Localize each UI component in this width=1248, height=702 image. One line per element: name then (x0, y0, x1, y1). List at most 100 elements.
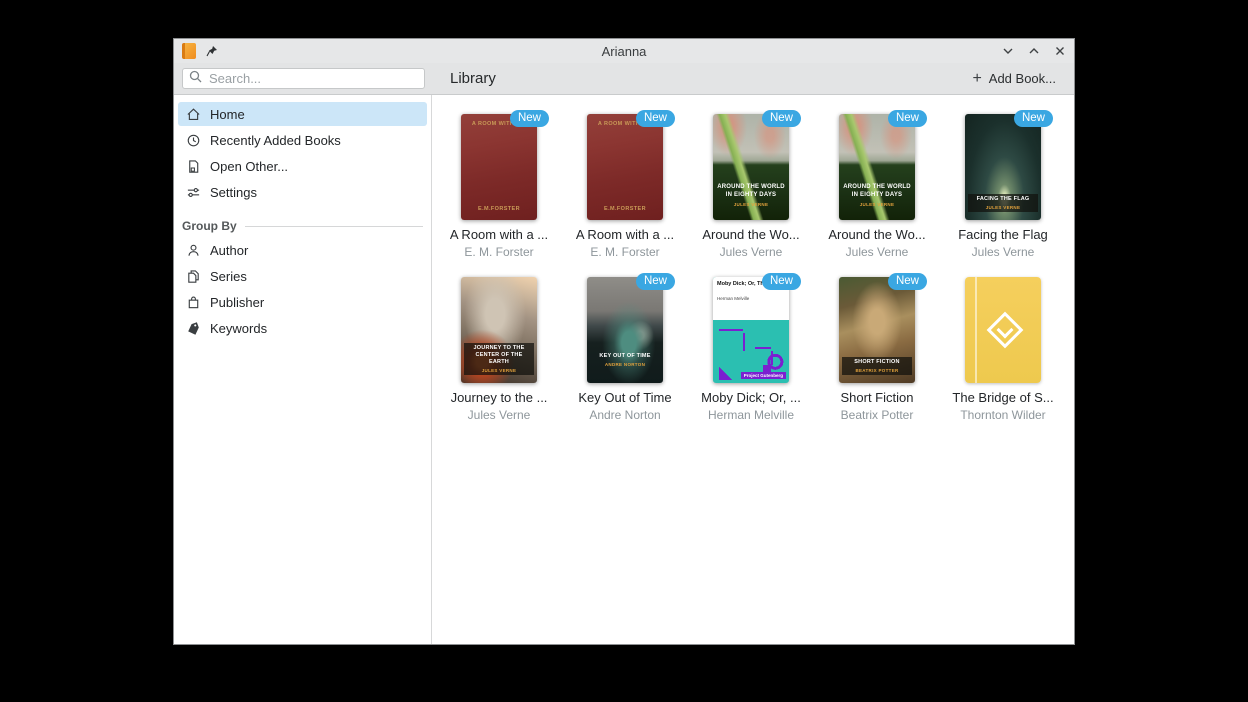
pages-icon (185, 268, 201, 284)
book-author: Jules Verne (972, 245, 1035, 259)
add-book-label: Add Book... (989, 71, 1056, 86)
pin-icon[interactable] (206, 45, 218, 57)
book-cover-wrap: SHORT FICTIONBEATRIX POTTER New (839, 277, 915, 383)
book-cover-wrap: FACING THE FLAGJULES VERNE New (965, 114, 1041, 220)
book-card[interactable]: AROUND THE WORLD IN EIGHTY DAYSJULES VER… (688, 114, 814, 259)
sidebar-item-open-other[interactable]: Open Other... (178, 154, 427, 178)
book-title: Around the Wo... (828, 227, 925, 242)
clock-icon (185, 132, 201, 148)
book-cover-wrap (965, 277, 1041, 383)
book-card[interactable]: KEY OUT OF TIMEANDRE NORTON New Key Out … (562, 277, 688, 422)
group-by-header: Group By (182, 219, 423, 233)
book-card[interactable]: AROUND THE WORLD IN EIGHTY DAYSJULES VER… (814, 114, 940, 259)
sidebar-item-label: Open Other... (210, 159, 288, 174)
book-author: Andre Norton (589, 408, 660, 422)
book-title: A Room with a ... (450, 227, 548, 242)
new-badge: New (888, 273, 927, 290)
book-cover: AROUND THE WORLD IN EIGHTY DAYSJULES VER… (839, 114, 915, 220)
book-card[interactable]: FACING THE FLAGJULES VERNE New Facing th… (940, 114, 1066, 259)
divider (245, 226, 423, 227)
book-author: E. M. Forster (464, 245, 533, 259)
book-card[interactable]: A ROOM WITH A VE.M.FORSTER New A Room wi… (436, 114, 562, 259)
sidebar-item-publisher[interactable]: Publisher (178, 290, 427, 314)
new-badge: New (510, 110, 549, 127)
titlebar[interactable]: Arianna (174, 39, 1074, 63)
book-cover: A ROOM WITH A VE.M.FORSTER (461, 114, 537, 220)
book-title: Moby Dick; Or, ... (701, 390, 801, 405)
maximize-button[interactable] (1028, 45, 1040, 57)
book-author: Jules Verne (846, 245, 909, 259)
book-cover: Moby Dick; Or, The WhaleHerman MelvilleP… (713, 277, 789, 383)
minimize-button[interactable] (1002, 45, 1014, 57)
sidebar-item-label: Author (210, 243, 248, 258)
book-author: Beatrix Potter (841, 408, 914, 422)
sidebar-item-label: Home (210, 107, 245, 122)
sidebar-item-settings[interactable]: Settings (178, 180, 427, 204)
book-card[interactable]: A ROOM WITH A VE.M.FORSTER New A Room wi… (562, 114, 688, 259)
new-badge: New (762, 273, 801, 290)
book-author: Jules Verne (720, 245, 783, 259)
app-icon (182, 43, 196, 59)
sidebar-item-label: Recently Added Books (210, 133, 341, 148)
book-title: Journey to the ... (451, 390, 548, 405)
plus-icon: + (972, 71, 981, 87)
epub-logo-icon (987, 312, 1024, 349)
book-grid: A ROOM WITH A VE.M.FORSTER New A Room wi… (436, 114, 1066, 440)
book-cover-wrap: JOURNEY TO THE CENTER OF THE EARTHJULES … (461, 277, 537, 383)
sidebar-item-author[interactable]: Author (178, 238, 427, 262)
book-cover: A ROOM WITH A VE.M.FORSTER (587, 114, 663, 220)
document-icon (185, 158, 201, 174)
group-by-label: Group By (182, 219, 237, 233)
search-icon (189, 70, 202, 88)
book-title: Key Out of Time (578, 390, 671, 405)
book-cover-wrap: A ROOM WITH A VE.M.FORSTER New (461, 114, 537, 220)
sidebar-item-home[interactable]: Home (178, 102, 427, 126)
tag-icon (185, 320, 201, 336)
new-badge: New (888, 110, 927, 127)
book-cover-wrap: A ROOM WITH A VE.M.FORSTER New (587, 114, 663, 220)
library-view: A ROOM WITH A VE.M.FORSTER New A Room wi… (433, 95, 1074, 644)
book-author: Thornton Wilder (960, 408, 1045, 422)
new-badge: New (636, 273, 675, 290)
book-title: Short Fiction (841, 390, 914, 405)
new-badge: New (636, 110, 675, 127)
new-badge: New (762, 110, 801, 127)
book-cover: FACING THE FLAGJULES VERNE (965, 114, 1041, 220)
sidebar-item-recently-added[interactable]: Recently Added Books (178, 128, 427, 152)
search-field[interactable] (182, 68, 425, 89)
book-cover (965, 277, 1041, 383)
close-button[interactable] (1054, 45, 1066, 57)
book-title: Facing the Flag (958, 227, 1048, 242)
desktop-background: Arianna Library + Add Book... Home (0, 0, 1248, 702)
arianna-window: Arianna Library + Add Book... Home (173, 38, 1075, 645)
book-cover-wrap: AROUND THE WORLD IN EIGHTY DAYSJULES VER… (713, 114, 789, 220)
home-icon (185, 106, 201, 122)
book-title: The Bridge of S... (952, 390, 1053, 405)
book-cover: KEY OUT OF TIMEANDRE NORTON (587, 277, 663, 383)
sidebar-item-series[interactable]: Series (178, 264, 427, 288)
book-card[interactable]: SHORT FICTIONBEATRIX POTTER New Short Fi… (814, 277, 940, 422)
add-book-button[interactable]: + Add Book... (966, 70, 1062, 88)
book-cover-wrap: AROUND THE WORLD IN EIGHTY DAYSJULES VER… (839, 114, 915, 220)
sidebar-item-label: Keywords (210, 321, 267, 336)
book-card[interactable]: Moby Dick; Or, The WhaleHerman MelvilleP… (688, 277, 814, 422)
book-cover-wrap: Moby Dick; Or, The WhaleHerman MelvilleP… (713, 277, 789, 383)
sidebar-item-label: Settings (210, 185, 257, 200)
book-author: Herman Melville (708, 408, 794, 422)
book-cover: JOURNEY TO THE CENTER OF THE EARTHJULES … (461, 277, 537, 383)
sidebar-item-label: Publisher (210, 295, 264, 310)
sidebar: Home Recently Added Books Open Other... … (174, 95, 432, 644)
toolbar: Library + Add Book... (174, 63, 1074, 95)
sliders-icon (185, 184, 201, 200)
window-title: Arianna (174, 44, 1074, 59)
book-cover: SHORT FICTIONBEATRIX POTTER (839, 277, 915, 383)
book-author: E. M. Forster (590, 245, 659, 259)
page-title: Library (450, 70, 496, 87)
sidebar-item-keywords[interactable]: Keywords (178, 316, 427, 340)
search-input[interactable] (207, 70, 418, 87)
sidebar-item-label: Series (210, 269, 247, 284)
book-title: Around the Wo... (702, 227, 799, 242)
book-card[interactable]: JOURNEY TO THE CENTER OF THE EARTHJULES … (436, 277, 562, 422)
bag-icon (185, 294, 201, 310)
book-card[interactable]: The Bridge of S... Thornton Wilder (940, 277, 1066, 422)
